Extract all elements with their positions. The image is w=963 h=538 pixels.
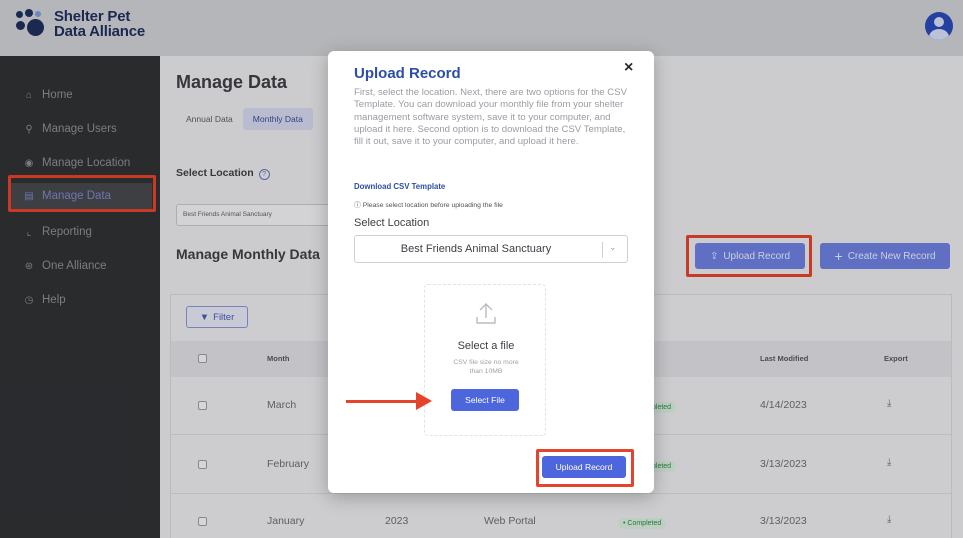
info-circle-icon: ⓘ — [354, 202, 361, 209]
annotation-arrow-icon — [346, 400, 418, 403]
chevron-down-icon: ⌄ — [609, 242, 617, 252]
modal-title: Upload Record — [354, 65, 461, 82]
file-dropzone[interactable]: Select a file CSV file size no more than… — [424, 284, 546, 436]
highlight-box-modal-upload — [536, 449, 634, 487]
modal-select-location-label: Select Location — [354, 217, 430, 229]
select-file-button[interactable]: Select File — [451, 389, 519, 411]
select-divider — [602, 242, 603, 258]
location-note: ⓘ Please select location before uploadin… — [354, 199, 503, 209]
modal-location-value: Best Friends Animal Sanctuary — [400, 243, 552, 255]
annotation-arrow-head-icon — [416, 392, 432, 410]
upload-arrow-icon — [476, 303, 496, 324]
location-note-text: Please select location before uploading … — [362, 202, 503, 209]
modal-location-select[interactable]: Best Friends Animal Sanctuary ⌄ — [354, 235, 628, 263]
download-csv-template-link[interactable]: Download CSV Template — [354, 182, 445, 191]
close-icon[interactable]: × — [624, 59, 633, 77]
dropzone-title: Select a file — [457, 340, 515, 352]
modal-description: First, select the location. Next, there … — [354, 87, 628, 148]
dropzone-subtitle: CSV file size no more than 10MB — [453, 359, 519, 375]
upload-record-modal: Upload Record × First, select the locati… — [328, 51, 654, 493]
